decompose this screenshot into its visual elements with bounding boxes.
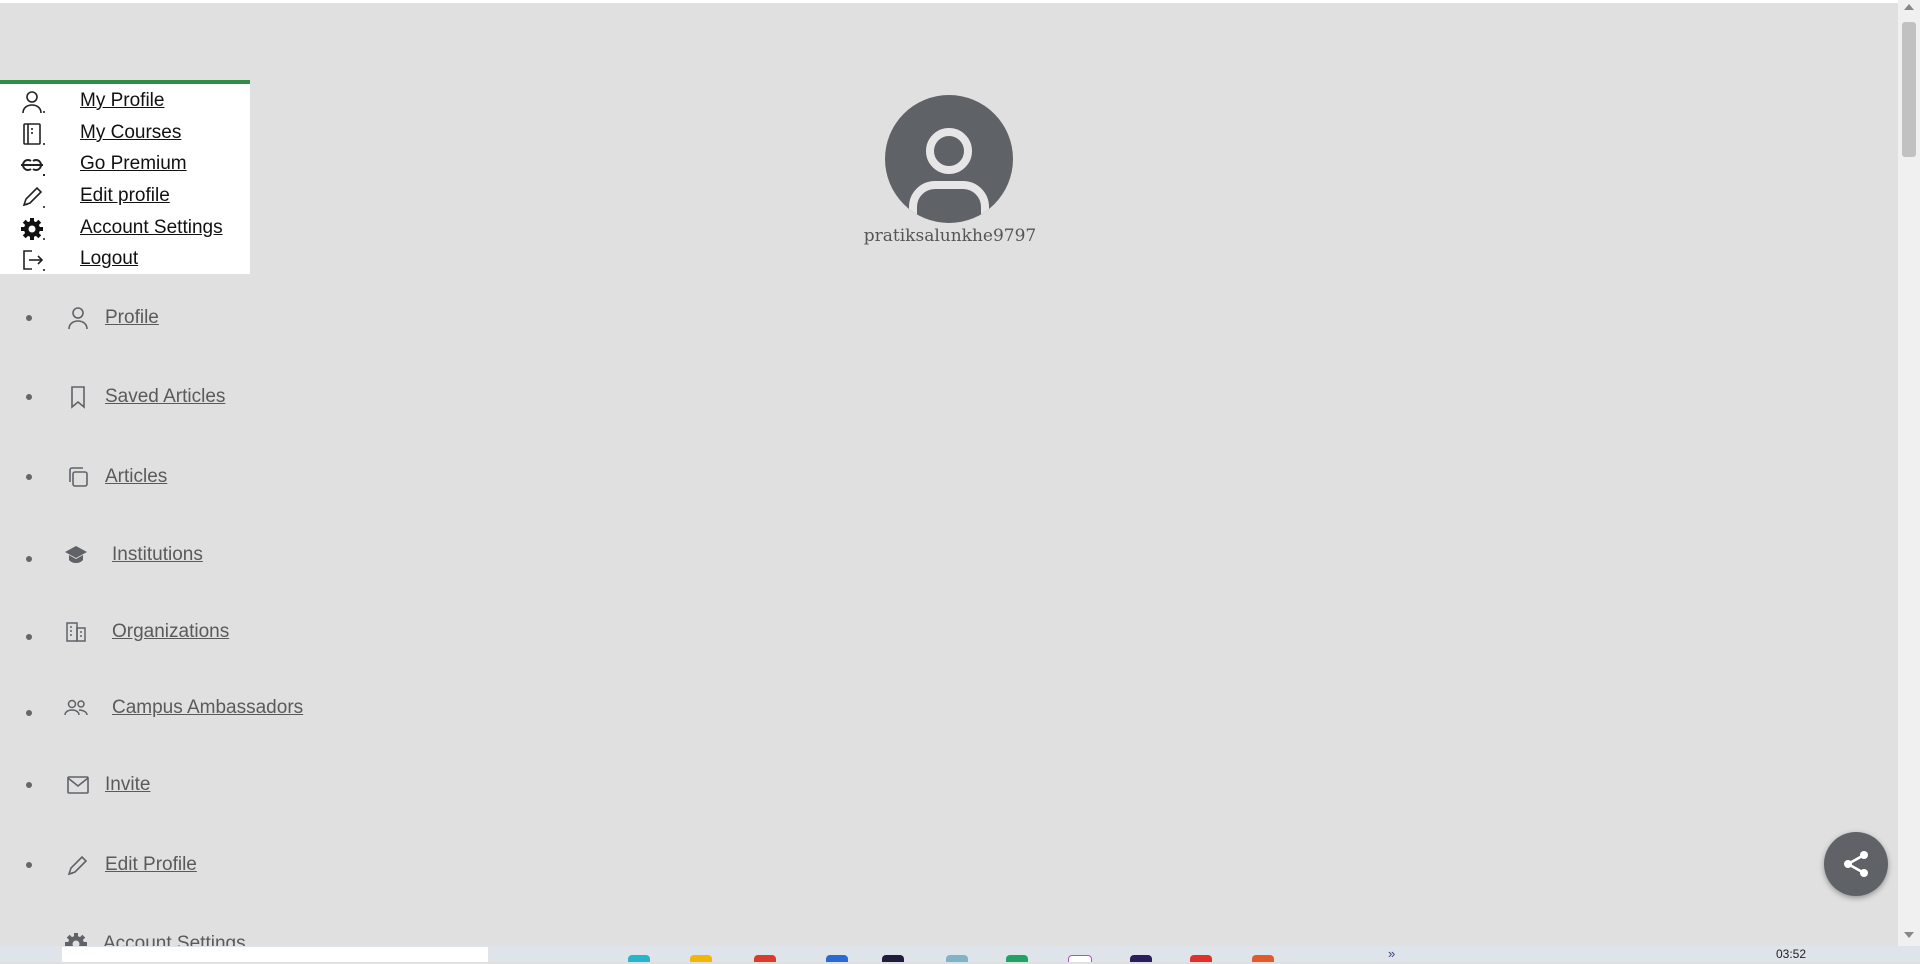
list-bullet [26,782,32,788]
taskbar-app-icon[interactable] [882,955,904,962]
sidebar-item-label: Edit Profile [105,854,197,875]
building-icon [64,620,90,644]
list-bullet [26,394,32,400]
menu-item-my-profile[interactable]: My Profile [0,88,250,116]
profile-dropdown-menu: My Profile My Courses Go Premium Edit pr… [0,80,250,274]
list-bullet [26,634,32,640]
taskbar-app-icon[interactable] [1068,955,1092,962]
mail-icon [66,773,92,797]
taskbar-app-icon[interactable] [1006,955,1028,962]
taskbar-app-icon[interactable] [1190,955,1212,962]
vertical-scrollbar[interactable] [1898,0,1920,946]
avatar-person-icon [909,128,989,223]
menu-item-label: My Profile [80,90,165,111]
sidebar-item-organizations[interactable]: Organizations [0,612,400,652]
graduation-cap-icon [64,543,90,567]
sidebar-item-invite[interactable]: Invite [0,765,400,805]
people-icon [64,696,90,720]
sidebar-item-campus-ambassadors[interactable]: Campus Ambassadors [0,688,400,728]
taskbar-overflow-chevron[interactable]: » [1388,946,1395,961]
sidebar-item-saved-articles[interactable]: Saved Articles [0,377,400,417]
list-bullet [26,474,32,480]
sidebar-item-label: Profile [105,307,159,328]
courses-book-icon [20,122,50,146]
menu-item-label: Edit profile [80,185,170,206]
sidebar-item-label: Organizations [112,621,230,642]
bookmark-icon [66,385,92,409]
menu-item-label: Logout [80,248,139,269]
sidebar-item-profile[interactable]: Profile [0,298,400,338]
sidebar-item-articles[interactable]: Articles [0,457,400,497]
taskbar-app-icon[interactable] [1130,955,1152,962]
scroll-down-arrow-icon[interactable] [1904,932,1914,938]
list-bullet [26,315,32,321]
sidebar-item-label: Campus Ambassadors [112,697,304,718]
top-strip [0,0,1898,3]
menu-item-my-courses[interactable]: My Courses [0,120,250,148]
os-taskbar: » 03:52 [0,946,1920,962]
taskbar-search-box[interactable] [62,947,488,962]
taskbar-app-icon[interactable] [1252,955,1274,962]
scrollbar-thumb[interactable] [1902,22,1916,157]
list-bullet [26,556,32,562]
person-icon [20,90,50,114]
share-button[interactable] [1824,832,1888,896]
copy-icon [66,465,92,489]
taskbar-app-icon[interactable] [754,955,776,962]
menu-item-go-premium[interactable]: Go Premium [0,151,250,179]
person-icon [66,306,92,330]
sidebar-item-edit-profile[interactable]: Edit Profile [0,845,400,885]
menu-item-logout[interactable]: Logout [0,246,250,274]
taskbar-app-icon[interactable] [946,955,968,962]
menu-item-label: Go Premium [80,153,187,174]
sidebar-item-label: Institutions [112,544,203,565]
gfg-logo-icon [20,153,50,177]
taskbar-app-icon[interactable] [690,955,712,962]
menu-item-account-settings[interactable]: Account Settings [0,215,250,243]
taskbar-clock: 03:52 [1776,947,1807,961]
logout-icon [20,248,50,272]
avatar[interactable] [885,95,1013,223]
pencil-icon [66,853,92,877]
share-icon [1844,851,1868,877]
username: pratiksalunkhe9797 [863,226,1037,246]
menu-item-label: My Courses [80,122,182,143]
sidebar-item-label: Saved Articles [105,386,226,407]
scroll-up-arrow-icon[interactable] [1904,4,1914,10]
gear-icon [20,217,50,241]
taskbar-app-icon[interactable] [826,955,848,962]
sidebar-item-label: Articles [105,466,168,487]
pencil-icon [20,185,50,209]
menu-item-label: Account Settings [80,217,223,238]
list-bullet [26,710,32,716]
sidebar-item-institutions[interactable]: Institutions [0,535,400,575]
sidebar-item-label: Invite [105,774,151,795]
taskbar-app-icon[interactable] [628,955,650,962]
list-bullet [26,862,32,868]
menu-item-edit-profile[interactable]: Edit profile [0,183,250,211]
